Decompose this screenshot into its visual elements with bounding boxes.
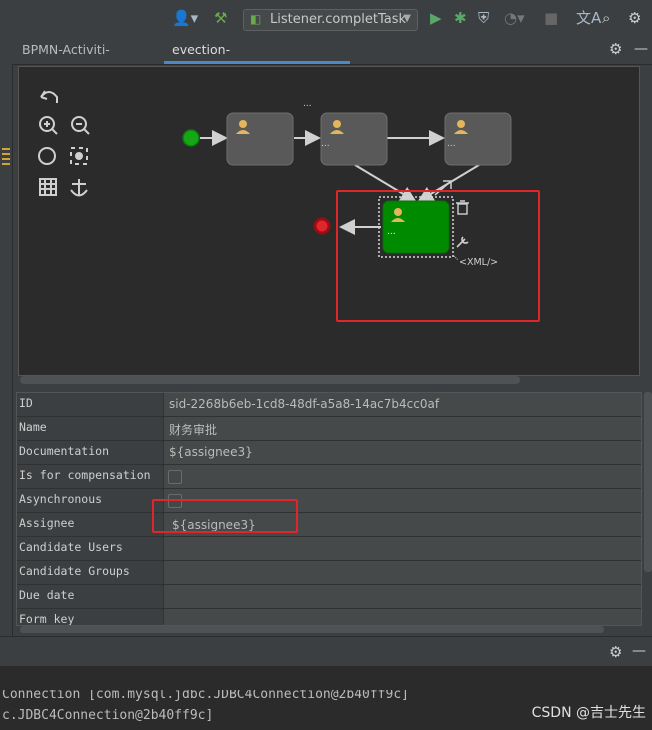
minimize-icon[interactable]: — [634,41,648,57]
prop-row-id: ID sid-2268b6eb-1cd8-48df-a5a8-14ac7b4cc… [17,393,641,417]
tab-settings-icon[interactable]: ⚙ [609,40,622,58]
profile-icon[interactable]: ◔▾ [504,8,525,28]
watermark: CSDN @吉士先生 [531,705,646,721]
run-config-select[interactable]: ◧ Listener.completTask ▼ [243,9,418,31]
left-tool-strip [0,36,13,636]
candidate-users-field[interactable] [163,537,641,560]
prop-row-compensation: Is for compensation [17,465,641,489]
bpmn-diagram [38,90,512,261]
console-line: c.JDBC4Connection@2b40ff9c] [2,708,214,723]
debug-icon[interactable]: ✱ [454,8,467,28]
run-config-icon: ◧ [250,12,262,26]
grid-icon [39,178,57,196]
highlight-box-assignee [152,499,298,533]
stop-icon[interactable]: ■ [544,8,558,28]
tab-bpmn-xml[interactable]: evection-global.bpmn20.xml [164,36,350,85]
settings-icon[interactable]: ⚙ [628,8,641,28]
hammer-icon[interactable]: ⚒ [214,8,227,28]
name-field[interactable]: 财务审批 [163,417,641,440]
canvas-horizontal-scrollbar[interactable] [20,376,520,384]
candidate-groups-field[interactable] [163,561,641,584]
task-2 [320,112,388,166]
start-event [182,129,200,147]
highlight-box-task [336,190,540,322]
compensation-cell [163,465,641,488]
editor-tab-bar: BPMN-Activiti-Diagram evection-global.bp… [12,36,652,85]
task-2-label: ... [321,139,330,149]
properties-table: ID sid-2268b6eb-1cd8-48df-a5a8-14ac7b4cc… [16,392,642,626]
prop-row-asynchronous: Asynchronous [17,489,641,513]
chevron-down-icon: ▼ [403,13,411,24]
zoom-fit-icon [38,147,56,165]
canvas-vertical-scrollbar[interactable] [642,66,652,386]
run-icon[interactable]: ▶ [430,8,442,28]
form-key-field[interactable] [163,609,641,625]
coverage-icon[interactable]: ⛨ [478,8,489,28]
panel-settings-icon[interactable]: ⚙ [609,643,622,661]
diagram-canvas[interactable]: ... ... ... ... <XML/> [18,66,640,376]
properties-horizontal-scrollbar[interactable] [20,626,604,633]
prop-row-documentation: Documentation ${assignee3} [17,441,641,465]
run-config-label: Listener.completTask [270,12,407,27]
prop-name: ID [19,396,33,410]
bottom-tool-bar: ⚙ — [0,636,652,667]
structure-marker-icon[interactable] [2,148,10,168]
task-1-label: ... [303,99,312,109]
end-event [313,217,331,235]
prop-row-candidate-users: Candidate Users [17,537,641,561]
anchor-icon [70,179,88,197]
compensation-checkbox[interactable] [168,470,182,484]
properties-vertical-scrollbar[interactable] [644,392,652,572]
prop-row-due-date: Due date [17,585,641,609]
user-icon[interactable]: 👤▾ [172,8,198,28]
id-field[interactable]: sid-2268b6eb-1cd8-48df-a5a8-14ac7b4cc0af [163,393,641,416]
minimize-icon[interactable]: — [632,643,646,659]
documentation-field[interactable]: ${assignee3} [163,441,641,464]
search-icon[interactable]: ⌕ [602,8,610,28]
tab-bpmn-diagram[interactable]: BPMN-Activiti-Diagram [14,36,162,85]
task-3-label: ... [447,139,456,149]
task-1 [226,112,294,166]
prop-row-candidate-groups: Candidate Groups [17,561,641,585]
prop-row-assignee: Assignee ${assignee3} [17,513,641,537]
prop-row-name: Name 财务审批 [17,417,641,441]
main-toolbar: 👤▾ ⚒ ◧ Listener.completTask ▼ ▶ ✱ ⛨ ◔▾ ■… [0,0,652,37]
prop-row-form-key: Form key [17,609,641,625]
due-date-field[interactable] [163,585,641,608]
console-top-mask [0,666,652,690]
translate-icon[interactable]: 文A [576,8,601,28]
